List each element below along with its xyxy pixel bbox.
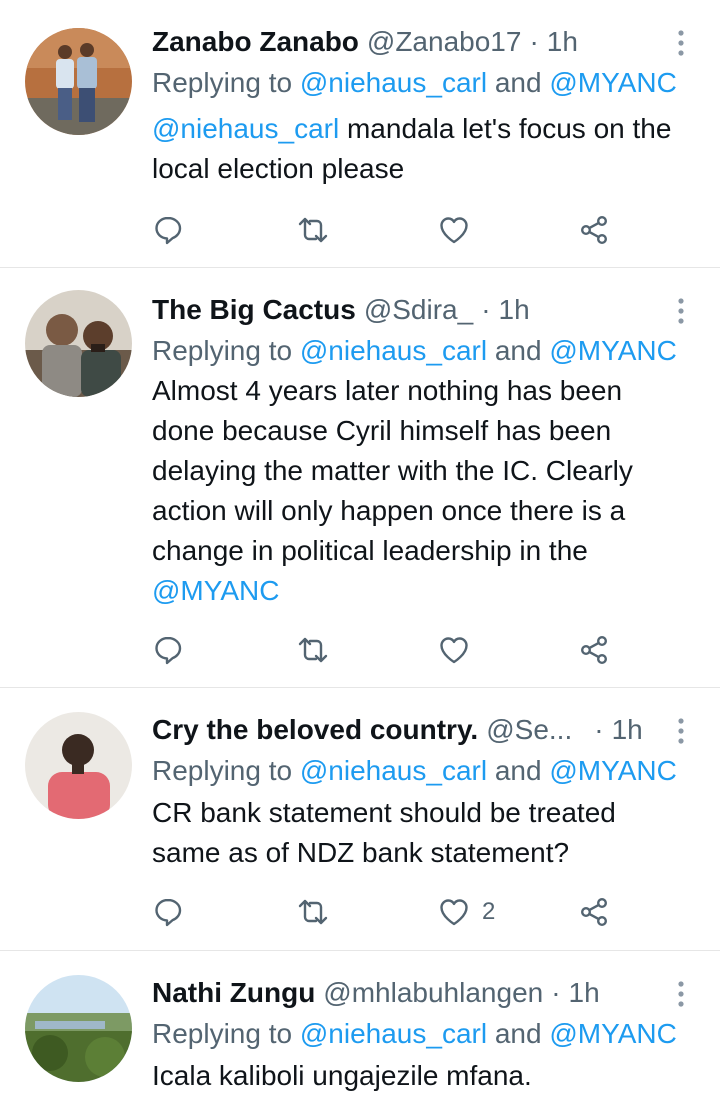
share-button[interactable] — [578, 208, 610, 252]
mention-link[interactable]: @niehaus_carl — [152, 113, 339, 144]
like-count: 2 — [482, 898, 496, 925]
reply-icon — [155, 898, 182, 927]
share-icon — [580, 636, 608, 665]
tweet[interactable]: Cry the beloved country. @Se... · 1h Rep… — [0, 688, 720, 951]
more-icon[interactable] — [675, 716, 687, 746]
timestamp[interactable]: 1h — [499, 290, 530, 330]
user-handle[interactable]: @Zanabo17 — [367, 22, 522, 62]
mention-link[interactable]: @MYANC — [152, 575, 279, 606]
tweet-header: Zanabo Zanabo @Zanabo17 · 1h — [152, 22, 660, 62]
mention-link[interactable]: @niehaus_carl — [300, 335, 487, 366]
retweet-button[interactable] — [297, 890, 329, 934]
tweet[interactable]: Nathi Zungu @mhlabuhlangen · 1h Replying… — [0, 951, 720, 1100]
action-bar: 2 — [152, 890, 622, 934]
avatar[interactable] — [25, 290, 132, 397]
replying-to-label: Replying to — [152, 335, 293, 366]
mention-link[interactable]: @MYANC — [549, 1018, 676, 1049]
replying-to: Replying to @niehaus_carl and @MYANC — [152, 751, 677, 791]
reply-icon — [155, 636, 182, 665]
like-icon — [440, 637, 468, 664]
tweet-text: Icala kaliboli ungajezile mfana. — [152, 1056, 692, 1096]
mention-link[interactable]: @niehaus_carl — [300, 1018, 487, 1049]
replying-to-label: Replying to — [152, 67, 293, 98]
reply-icon — [155, 216, 182, 245]
replying-and: and — [494, 335, 542, 366]
display-name[interactable]: Nathi Zungu — [152, 973, 315, 1013]
avatar[interactable] — [25, 712, 132, 819]
like-button[interactable] — [438, 628, 470, 672]
mention-link[interactable]: @MYANC — [549, 335, 676, 366]
separator-dot: · — [529, 26, 539, 57]
like-button[interactable]: 2 — [438, 890, 495, 934]
separator-dot: · — [594, 714, 604, 745]
replying-to: Replying to @niehaus_carl and @MYANC — [152, 331, 677, 371]
user-handle[interactable]: @mhlabuhlangen — [323, 973, 543, 1013]
reply-button[interactable] — [152, 628, 184, 672]
retweet-button[interactable] — [297, 208, 329, 252]
retweet-icon — [298, 217, 328, 243]
tweet-header: The Big Cactus @Sdira_ · 1h — [152, 290, 660, 330]
share-icon — [580, 216, 608, 245]
avatar-photo — [25, 290, 132, 397]
display-name[interactable]: Cry the beloved country. — [152, 710, 478, 750]
retweet-icon — [298, 637, 328, 663]
like-button[interactable] — [438, 208, 470, 252]
timestamp[interactable]: 1h — [569, 973, 600, 1013]
avatar-photo — [25, 28, 132, 135]
tweet-header: Cry the beloved country. @Se... · 1h — [152, 710, 660, 750]
mention-link[interactable]: @MYANC — [549, 67, 676, 98]
avatar[interactable] — [25, 975, 132, 1082]
separator-dot: · — [481, 294, 491, 325]
mention-link[interactable]: @niehaus_carl — [300, 67, 487, 98]
user-handle[interactable]: @Sdira_ — [364, 290, 473, 330]
retweet-button[interactable] — [297, 628, 329, 672]
avatar[interactable] — [25, 28, 132, 135]
mention-link[interactable]: @MYANC — [549, 755, 676, 786]
retweet-icon — [298, 899, 328, 925]
mention-link[interactable]: @niehaus_carl — [300, 755, 487, 786]
share-button[interactable] — [578, 890, 610, 934]
replying-to-label: Replying to — [152, 1018, 293, 1049]
action-bar — [152, 208, 622, 252]
tweet-header: Nathi Zungu @mhlabuhlangen · 1h — [152, 973, 660, 1013]
more-icon[interactable] — [675, 979, 687, 1009]
tweet-text: @niehaus_carl mandala let's focus on the… — [152, 109, 692, 189]
tweet-text: CR bank statement should be treated same… — [152, 793, 692, 873]
timestamp[interactable]: 1h — [547, 22, 578, 62]
action-bar — [152, 628, 622, 672]
avatar-photo — [25, 712, 132, 819]
tweet-body: Icala kaliboli ungajezile mfana. — [152, 1060, 532, 1091]
reply-button[interactable] — [152, 890, 184, 934]
share-icon — [580, 898, 608, 927]
separator-dot: · — [551, 977, 561, 1008]
tweet-body: Almost 4 years later nothing has been do… — [152, 375, 633, 566]
more-icon[interactable] — [675, 296, 687, 326]
reply-button[interactable] — [152, 208, 184, 252]
replying-and: and — [494, 67, 542, 98]
avatar-photo — [25, 975, 132, 1082]
tweet-body: CR bank statement should be treated same… — [152, 797, 616, 868]
display-name[interactable]: The Big Cactus — [152, 290, 356, 330]
replying-to: Replying to @niehaus_carl and @MYANC — [152, 1014, 677, 1054]
replying-and: and — [494, 1018, 542, 1049]
like-icon — [440, 899, 468, 926]
tweet[interactable]: Zanabo Zanabo @Zanabo17 · 1h Replying to… — [0, 0, 720, 268]
display-name[interactable]: Zanabo Zanabo — [152, 22, 359, 62]
user-handle[interactable]: @Se... — [486, 710, 572, 750]
more-icon[interactable] — [675, 28, 687, 58]
replying-to-label: Replying to — [152, 755, 293, 786]
like-icon — [440, 217, 468, 244]
replying-and: and — [494, 755, 542, 786]
share-button[interactable] — [578, 628, 610, 672]
timestamp[interactable]: 1h — [612, 710, 643, 750]
tweet-text: Almost 4 years later nothing has been do… — [152, 371, 692, 611]
replying-to: Replying to @niehaus_carl and @MYANC — [152, 63, 677, 103]
tweet[interactable]: The Big Cactus @Sdira_ · 1h Replying to … — [0, 268, 720, 688]
